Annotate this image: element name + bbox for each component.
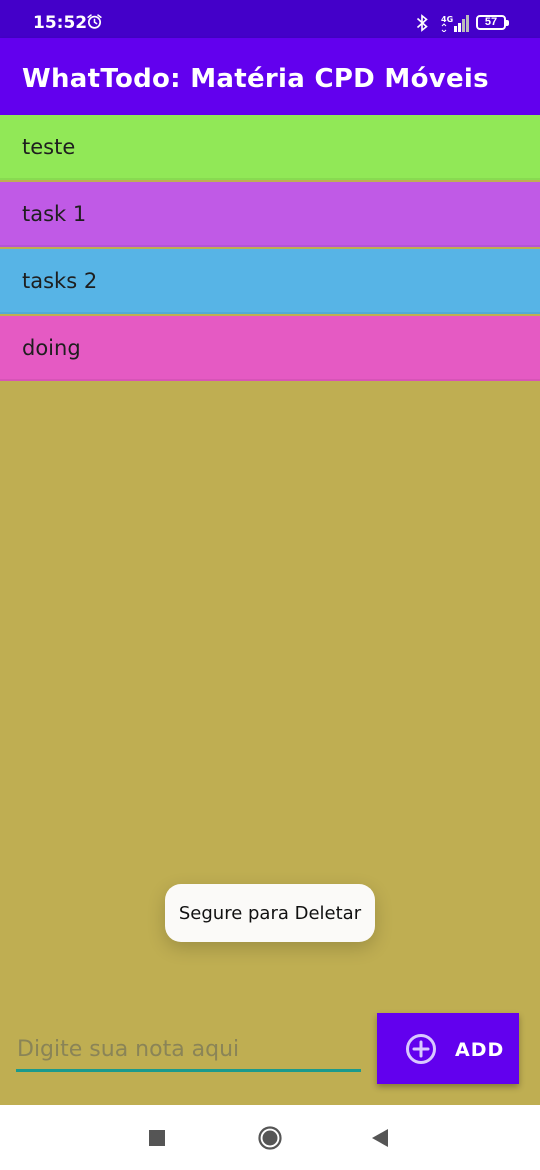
add-button-label: ADD [455,1039,505,1061]
bluetooth-icon [416,14,428,32]
task-item[interactable]: doing [0,316,540,381]
task-label: doing [22,335,81,360]
task-item[interactable]: tasks 2 [0,249,540,314]
recents-square-icon[interactable] [149,1130,165,1146]
system-nav-bar [0,1105,540,1170]
task-label: task 1 [22,201,87,226]
plus-circle-icon [406,1034,436,1064]
toast-text: Segure para Deletar [178,902,362,924]
task-item[interactable]: task 1 [0,182,540,247]
page-title: WhatTodo: Matéria CPD Móveis [22,64,489,94]
task-label: tasks 2 [22,268,98,293]
home-circle-icon[interactable] [258,1126,282,1150]
note-input[interactable] [16,1034,361,1072]
network-type-label: 4G [441,15,453,24]
signal-icon: 4G [441,15,469,32]
toast-message: Segure para Deletar [165,884,375,942]
task-item[interactable]: teste [0,115,540,180]
battery-indicator: 57 [476,15,509,30]
task-label: teste [22,134,76,159]
status-time: 15:52 [33,13,88,33]
task-list: teste task 1 tasks 2 doing [0,115,540,381]
back-triangle-icon[interactable] [372,1129,388,1147]
app-bar: WhatTodo: Matéria CPD Móveis [0,38,540,115]
add-button[interactable]: ADD [377,1013,519,1084]
battery-level: 57 [484,16,498,28]
status-bar: 15:52 4G 57 [0,0,540,38]
alarm-clock-icon [87,14,102,29]
